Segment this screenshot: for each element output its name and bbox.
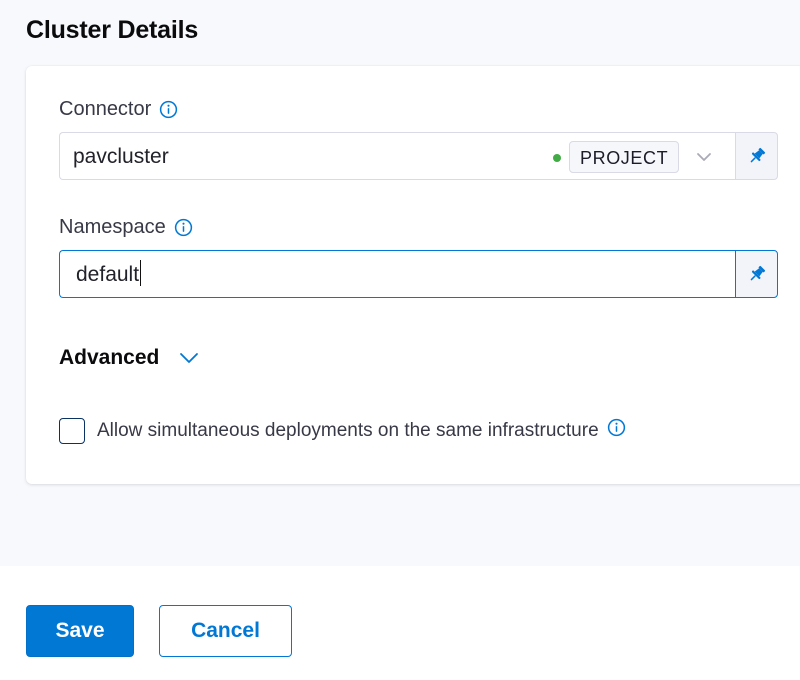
simultaneous-deployments-label[interactable]: Allow simultaneous deployments on the sa… [97,420,599,442]
namespace-pin-button[interactable] [735,250,778,298]
namespace-value: default [76,263,140,286]
info-icon[interactable] [174,218,193,237]
connector-status-dot [553,154,561,162]
details-panel: Cluster Details Connector pavcluster PRO… [0,0,800,566]
text-caret [140,260,142,287]
section-title: Cluster Details [26,16,199,44]
info-icon[interactable] [159,100,178,119]
chevron-down-icon [180,353,199,363]
info-icon[interactable] [607,418,626,437]
pin-icon [750,147,765,163]
connector-pin-button[interactable] [735,132,778,180]
advanced-toggle[interactable]: Advanced [59,346,199,370]
connector-value: pavcluster [73,145,169,168]
simultaneous-deployments-checkbox[interactable] [59,418,85,444]
connector-label-text: Connector [59,98,152,120]
namespace-label-text: Namespace [59,216,166,238]
pin-icon [750,265,765,281]
save-button[interactable]: Save [26,605,134,657]
connector-label: Connector [59,98,178,121]
cancel-button[interactable]: Cancel [159,605,292,657]
simultaneous-deployments-row: Allow simultaneous deployments on the sa… [59,418,626,444]
namespace-label: Namespace [59,216,193,239]
cluster-details-card: Connector pavcluster PROJECT Namespace d… [26,66,800,484]
advanced-label: Advanced [59,346,160,369]
connector-select[interactable]: pavcluster PROJECT [59,132,735,180]
namespace-input[interactable]: default [59,250,735,298]
scope-badge: PROJECT [569,141,680,173]
chevron-down-icon[interactable] [696,151,712,163]
